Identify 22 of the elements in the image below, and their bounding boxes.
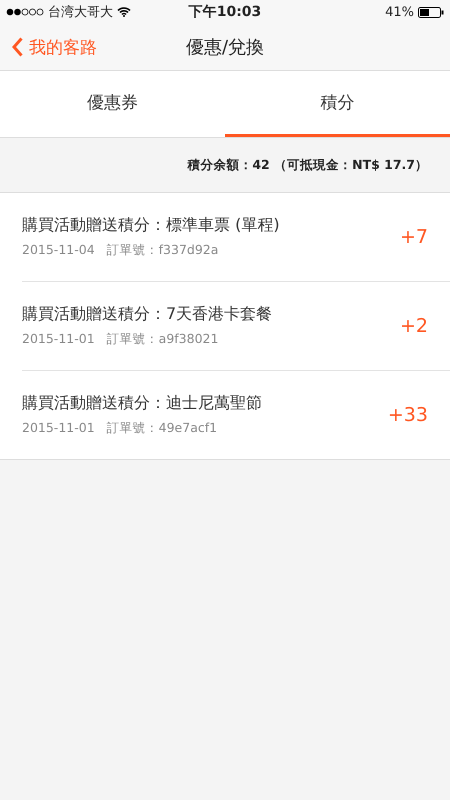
chevron-left-icon bbox=[12, 37, 23, 57]
order-number: 訂單號：f337d92a bbox=[106, 242, 218, 259]
order-number: 訂單號：49e7acf1 bbox=[106, 420, 218, 437]
record-title: 購買活動贈送積分：7天香港卡套餐 bbox=[22, 304, 274, 325]
record-date: 2015-11-01 bbox=[22, 331, 95, 348]
record-title: 購買活動贈送積分：標準車票 (單程) bbox=[22, 215, 281, 236]
wifi-icon bbox=[117, 7, 131, 17]
battery-percent: 41% bbox=[385, 4, 414, 20]
points-amount: +2 bbox=[400, 315, 428, 337]
record-date: 2015-11-01 bbox=[22, 420, 95, 437]
carrier-name: 台湾大哥大 bbox=[48, 4, 113, 21]
battery-icon bbox=[418, 6, 444, 18]
signal-icon bbox=[6, 8, 44, 16]
order-number: 訂單號：a9f38021 bbox=[106, 331, 218, 348]
points-amount: +7 bbox=[400, 226, 428, 248]
clock-time: 下午10:03 bbox=[188, 3, 262, 21]
tab[interactable]: 優惠券 bbox=[0, 71, 225, 137]
page-title: 優惠/兌換 bbox=[186, 37, 264, 58]
record-title: 購買活動贈送積分：迪士尼萬聖節 bbox=[22, 393, 263, 414]
record-date: 2015-11-04 bbox=[22, 242, 95, 259]
tab[interactable]: 積分 bbox=[225, 71, 450, 137]
points-amount: +33 bbox=[388, 404, 428, 426]
